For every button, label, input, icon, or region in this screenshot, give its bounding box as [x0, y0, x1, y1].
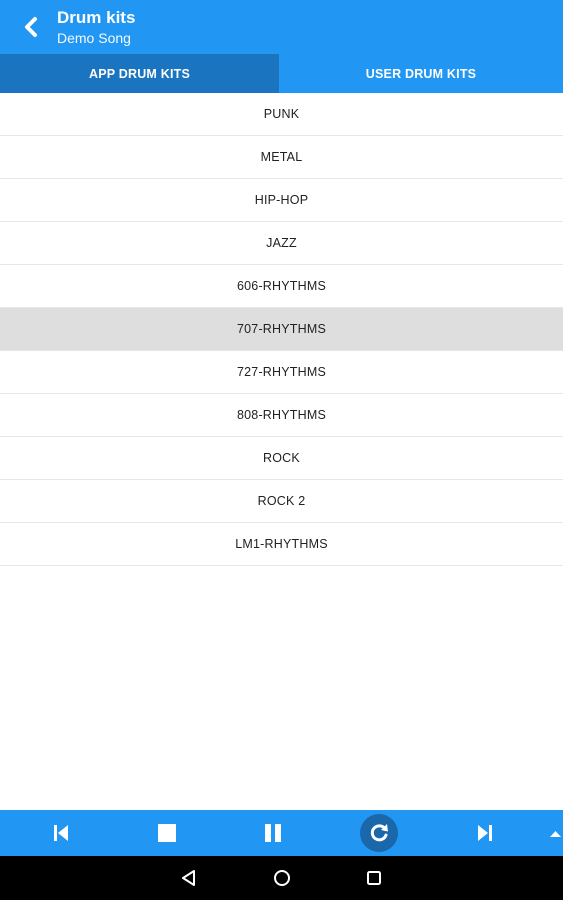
list-item[interactable]: METAL — [0, 136, 563, 179]
list-item-selected[interactable]: 707-RHYTHMS — [0, 308, 563, 351]
list-item[interactable]: 606-RHYTHMS — [0, 265, 563, 308]
tab-app-drum-kits[interactable]: APP DRUM KITS — [0, 54, 279, 93]
pause-button[interactable] — [257, 817, 289, 849]
home-circle-icon — [274, 870, 290, 886]
system-home-button[interactable] — [271, 867, 293, 889]
chevron-left-icon — [25, 17, 37, 37]
expand-up-icon — [550, 831, 561, 837]
stop-button[interactable] — [151, 817, 183, 849]
pause-icon — [265, 824, 281, 842]
list-item[interactable]: JAZZ — [0, 222, 563, 265]
page-title: Drum kits — [57, 8, 136, 27]
system-recents-button[interactable] — [363, 867, 385, 889]
loop-icon — [370, 824, 388, 842]
list-item[interactable]: PUNK — [0, 93, 563, 136]
list-item[interactable]: ROCK — [0, 437, 563, 480]
stop-icon — [158, 824, 176, 842]
tab-user-drum-kits[interactable]: USER DRUM KITS — [279, 54, 563, 93]
recents-square-icon — [367, 871, 381, 885]
list-item[interactable]: LM1-RHYTHMS — [0, 523, 563, 566]
app-bar: Drum kits Demo Song — [0, 0, 563, 54]
loop-button[interactable] — [360, 814, 398, 852]
back-button[interactable] — [14, 10, 48, 44]
list-item[interactable]: 727-RHYTHMS — [0, 351, 563, 394]
player-controls — [0, 810, 563, 856]
list-item[interactable]: HIP-HOP — [0, 179, 563, 222]
skip-previous-button[interactable] — [45, 817, 77, 849]
back-triangle-icon — [182, 870, 195, 886]
system-navigation-bar — [0, 856, 563, 900]
tab-bar: APP DRUM KITS USER DRUM KITS — [0, 54, 563, 93]
list-item[interactable]: ROCK 2 — [0, 480, 563, 523]
system-back-button[interactable] — [178, 867, 200, 889]
title-block: Drum kits Demo Song — [57, 7, 135, 47]
drum-kit-list: PUNK METAL HIP-HOP JAZZ 606-RHYTHMS 707-… — [0, 93, 563, 566]
page-subtitle: Demo Song — [57, 30, 131, 46]
expand-button[interactable] — [548, 827, 563, 841]
skip-previous-icon — [54, 825, 68, 841]
skip-next-icon — [478, 825, 492, 841]
list-item[interactable]: 808-RHYTHMS — [0, 394, 563, 437]
skip-next-button[interactable] — [469, 817, 501, 849]
